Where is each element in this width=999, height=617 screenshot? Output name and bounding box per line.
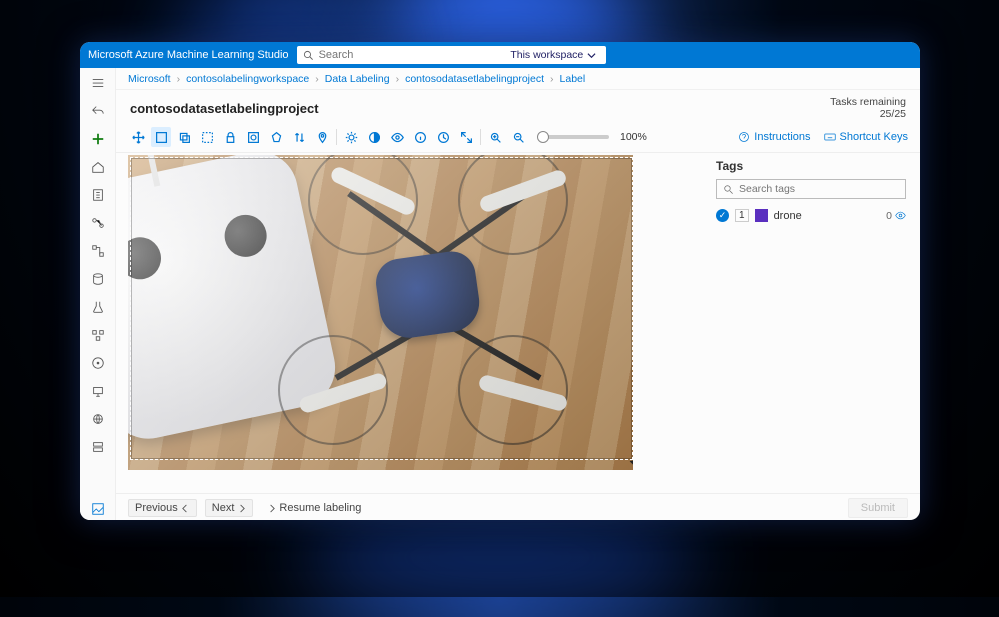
tasks-remaining-label: Tasks remaining (830, 96, 906, 108)
brightness-icon[interactable] (341, 127, 361, 147)
zoom-percent: 100% (620, 131, 647, 143)
home-icon[interactable] (87, 156, 109, 178)
tag-name: drone (774, 210, 881, 222)
app-title: Microsoft Azure Machine Learning Studio (88, 49, 289, 61)
sort-icon[interactable] (289, 127, 309, 147)
title-bar: Microsoft Azure Machine Learning Studio … (80, 42, 920, 68)
breadcrumb-item[interactable]: Label (560, 73, 586, 85)
tags-search-input[interactable] (739, 183, 899, 195)
search-scope-dropdown[interactable]: This workspace (506, 49, 600, 61)
chevron-left-icon (181, 504, 190, 513)
undo-icon[interactable] (87, 100, 109, 122)
labeling-toolbar: 100% Instructions Shortcut Keys (116, 124, 920, 153)
info-icon[interactable] (410, 127, 430, 147)
zoom-out-icon[interactable] (508, 127, 528, 147)
selection-icon[interactable] (243, 127, 263, 147)
submit-button[interactable]: Submit (848, 498, 908, 518)
previous-button[interactable]: Previous (128, 499, 197, 517)
instructions-label: Instructions (754, 131, 810, 143)
shortcut-keys-link[interactable]: Shortcut Keys (824, 131, 908, 143)
instructions-link[interactable]: Instructions (738, 131, 810, 143)
breadcrumb: Microsoft› contosolabelingworkspace› Dat… (116, 68, 920, 90)
tag-selected-icon[interactable]: ✓ (716, 209, 729, 222)
project-header: contosodatasetlabelingproject Tasks rema… (116, 90, 920, 124)
tags-panel: Tags ✓ 1 drone 0 (710, 153, 920, 493)
experiment-icon[interactable] (87, 296, 109, 318)
footer-bar: Previous Next Resume labeling Submit (116, 493, 920, 520)
app-window: Microsoft Azure Machine Learning Studio … (80, 42, 920, 520)
dataset-icon[interactable] (87, 268, 109, 290)
search-icon (723, 184, 734, 195)
tag-shortcut-number: 1 (735, 209, 749, 222)
tasks-remaining-count: 25/25 (830, 108, 906, 120)
bounding-box[interactable] (130, 157, 633, 460)
polygon-icon[interactable] (266, 127, 286, 147)
expand-icon[interactable] (456, 127, 476, 147)
zoom-slider-thumb[interactable] (537, 131, 549, 143)
endpoints-icon[interactable] (87, 352, 109, 374)
chevron-right-icon (267, 504, 276, 513)
breadcrumb-item[interactable]: Microsoft (128, 73, 171, 85)
environments-icon[interactable] (87, 408, 109, 430)
chevron-right-icon (237, 504, 246, 513)
compute-icon[interactable] (87, 380, 109, 402)
template-icon[interactable] (197, 127, 217, 147)
eye-icon[interactable] (895, 210, 906, 221)
zoom-slider[interactable] (537, 135, 609, 139)
image-canvas[interactable] (128, 155, 633, 470)
shortcuts-label: Shortcut Keys (840, 131, 908, 143)
tag-color-swatch (755, 209, 768, 222)
bounding-box-tool-icon[interactable] (151, 127, 171, 147)
pipeline-icon[interactable] (87, 240, 109, 262)
lock-icon[interactable] (220, 127, 240, 147)
breadcrumb-item[interactable]: contosolabelingworkspace (186, 73, 309, 85)
resume-labeling-button[interactable]: Resume labeling (261, 500, 367, 516)
tasks-remaining: Tasks remaining 25/25 (830, 96, 906, 120)
breadcrumb-item[interactable]: Data Labeling (325, 73, 390, 85)
notebook-icon[interactable] (87, 184, 109, 206)
left-nav-rail (80, 68, 116, 520)
move-tool-icon[interactable] (128, 127, 148, 147)
models-icon[interactable] (87, 324, 109, 346)
search-icon (303, 50, 314, 61)
automl-icon[interactable] (87, 212, 109, 234)
next-button[interactable]: Next (205, 499, 254, 517)
search-input[interactable] (319, 49, 502, 61)
breadcrumb-item[interactable]: contosodatasetlabelingproject (405, 73, 544, 85)
keyboard-icon (824, 131, 836, 143)
point-tool-icon[interactable] (312, 127, 332, 147)
tag-item[interactable]: ✓ 1 drone 0 (716, 209, 906, 222)
chevron-down-icon (587, 51, 596, 60)
tags-heading: Tags (716, 159, 906, 173)
visibility-icon[interactable] (387, 127, 407, 147)
global-search[interactable]: This workspace (297, 46, 607, 64)
plus-icon[interactable] (87, 128, 109, 150)
tag-count: 0 (886, 210, 906, 222)
contrast-icon[interactable] (364, 127, 384, 147)
search-scope-label: This workspace (510, 49, 583, 61)
datastores-icon[interactable] (87, 436, 109, 458)
zoom-in-icon[interactable] (485, 127, 505, 147)
clock-icon[interactable] (433, 127, 453, 147)
hamburger-menu-icon[interactable] (87, 72, 109, 94)
help-icon (738, 131, 750, 143)
tags-search[interactable] (716, 179, 906, 199)
copy-icon[interactable] (174, 127, 194, 147)
project-title: contosodatasetlabelingproject (130, 101, 319, 116)
labeling-canvas-area (116, 153, 710, 493)
data-labeling-icon[interactable] (87, 498, 109, 520)
